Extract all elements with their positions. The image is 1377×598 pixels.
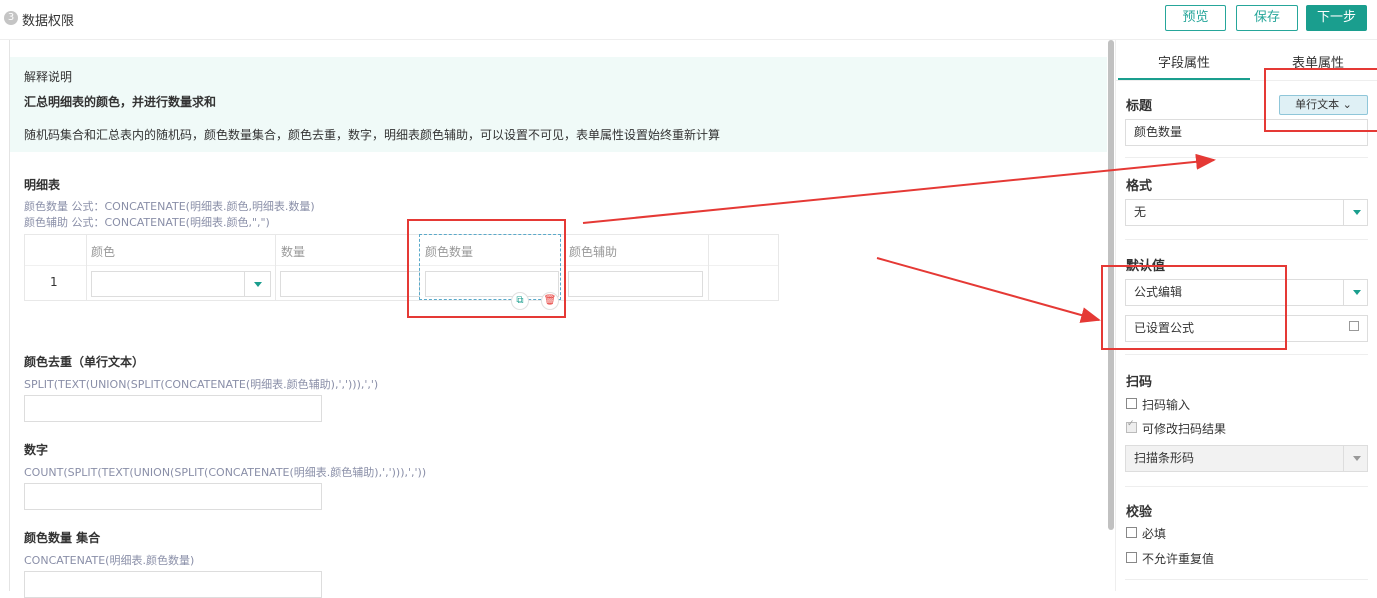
annotation-arrow-default [876, 257, 1101, 323]
annotation-arrow-title [582, 153, 1216, 224]
annotation-arrows [582, 153, 1216, 323]
